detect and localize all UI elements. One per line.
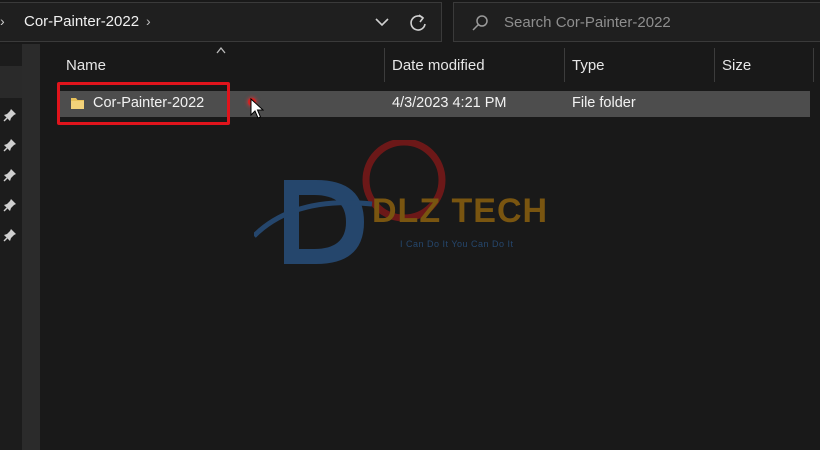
pin-icon[interactable] [3, 168, 17, 182]
pane-splitter[interactable] [22, 44, 40, 450]
file-type: File folder [572, 95, 636, 111]
column-header-row: Name Date modified Type Size [40, 44, 820, 82]
search-input[interactable]: Search Cor-Painter-2022 [504, 14, 671, 31]
watermark-slogan: I Can Do It You Can Do It [400, 239, 514, 249]
navigation-pane [0, 44, 22, 450]
pin-icon[interactable] [3, 138, 17, 152]
watermark: DLZ TECH I Can Do It You Can Do It [254, 140, 574, 270]
search-icon [472, 15, 488, 31]
chevron-down-icon[interactable] [372, 11, 392, 33]
mouse-cursor-icon [250, 98, 264, 119]
watermark-brand: DLZ TECH [372, 192, 549, 230]
breadcrumb-item[interactable]: Cor-Painter-2022 [24, 13, 139, 30]
pin-icon[interactable] [3, 228, 17, 242]
nav-item-selected[interactable] [0, 66, 22, 98]
toolbar: › Cor-Painter-2022 › Search Cor-Painter-… [0, 0, 820, 44]
pin-icon[interactable] [3, 108, 17, 122]
search-box[interactable]: Search Cor-Painter-2022 [453, 2, 820, 42]
refresh-icon[interactable] [406, 11, 430, 35]
breadcrumb-separator-chevron-icon[interactable]: › [146, 13, 151, 29]
column-header-date-modified[interactable]: Date modified [385, 44, 564, 82]
chevron-right-icon[interactable]: › [0, 13, 5, 29]
address-bar[interactable]: › Cor-Painter-2022 › [0, 2, 442, 42]
column-header-type[interactable]: Type [565, 44, 714, 82]
column-header-size[interactable]: Size [715, 44, 813, 82]
column-divider[interactable] [813, 48, 814, 82]
pin-icon[interactable] [3, 198, 17, 212]
annotation-highlight-box [57, 82, 230, 125]
file-date-modified: 4/3/2023 4:21 PM [392, 95, 507, 111]
column-header-name[interactable]: Name [58, 44, 384, 82]
